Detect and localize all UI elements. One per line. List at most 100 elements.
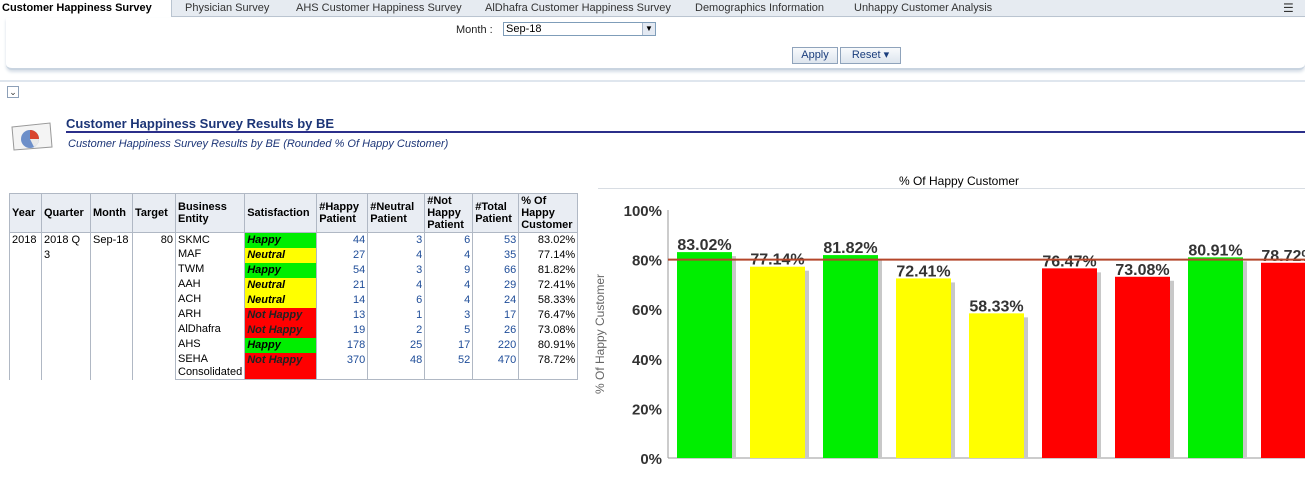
y-axis-label: % Of Happy Customer — [593, 274, 607, 394]
pct-cell: 78.72% — [518, 353, 579, 380]
satisfaction-cell: Happy — [244, 232, 318, 248]
neutral-cell[interactable]: 1 — [367, 308, 426, 323]
entity-cell: MAF — [174, 248, 246, 263]
not-happy-cell[interactable]: 17 — [424, 338, 474, 353]
total-cell[interactable]: 470 — [472, 353, 520, 380]
col-not-happy-patient[interactable]: #Not Happy Patient — [424, 193, 474, 233]
neutral-cell[interactable]: 4 — [367, 248, 426, 263]
neutral-cell[interactable]: 4 — [367, 278, 426, 293]
happy-cell[interactable]: 14 — [316, 293, 369, 308]
bar-ach — [969, 313, 1024, 458]
happy-cell[interactable]: 44 — [316, 232, 369, 248]
satisfaction-cell: Not Happy — [244, 323, 318, 338]
total-cell[interactable]: 66 — [472, 263, 520, 278]
col-quarter[interactable]: Quarter — [41, 193, 91, 233]
col-satisfaction[interactable]: Satisfaction — [244, 193, 318, 233]
satisfaction-cell: Neutral — [244, 248, 318, 263]
happy-cell[interactable]: 54 — [316, 263, 369, 278]
collapse-toggle-icon[interactable]: ⌄ — [7, 86, 19, 98]
data-label: 80.91% — [1188, 242, 1242, 259]
entity-cell: AlDhafra — [174, 323, 246, 338]
neutral-cell[interactable]: 3 — [367, 232, 426, 248]
neutral-cell[interactable]: 6 — [367, 293, 426, 308]
not-happy-cell[interactable]: 4 — [424, 278, 474, 293]
entity-cell: AHS — [174, 338, 246, 353]
not-happy-cell[interactable]: 4 — [424, 248, 474, 263]
tab-physician-survey[interactable]: Physician Survey — [175, 0, 285, 17]
satisfaction-cell: Happy — [244, 338, 318, 353]
col-year[interactable]: Year — [9, 193, 42, 233]
pct-cell: 83.02% — [518, 232, 579, 248]
tab-ahs-customer-happiness-survey[interactable]: AHS Customer Happiness Survey — [286, 0, 474, 17]
tab-customer-happiness-survey[interactable]: Customer Happiness Survey — [0, 0, 172, 17]
col-pct-happy[interactable]: % Of Happy Customer — [518, 193, 579, 233]
divider — [0, 80, 1305, 82]
satisfaction-cell: Neutral — [244, 293, 318, 308]
col-target[interactable]: Target — [132, 193, 176, 233]
total-cell[interactable]: 220 — [472, 338, 520, 353]
pct-cell: 80.91% — [518, 338, 579, 353]
tab-aldhafra-customer-happiness-survey[interactable]: AlDhafra Customer Happiness Survey — [475, 0, 685, 17]
happy-cell[interactable]: 19 — [316, 323, 369, 338]
bar-maf — [750, 266, 805, 458]
tab-label: AHS Customer Happiness Survey — [296, 2, 462, 14]
tab-demographics-information[interactable]: Demographics Information — [685, 0, 840, 17]
total-cell[interactable]: 17 — [472, 308, 520, 323]
not-happy-cell[interactable]: 9 — [424, 263, 474, 278]
y-tick-label: 100% — [624, 203, 662, 220]
total-cell[interactable]: 53 — [472, 232, 520, 248]
col-happy-patient[interactable]: #Happy Patient — [316, 193, 369, 233]
pct-cell: 72.41% — [518, 278, 579, 293]
y-tick-label: 80% — [632, 253, 662, 270]
neutral-cell[interactable]: 2 — [367, 323, 426, 338]
title-underline — [66, 131, 1305, 133]
total-cell[interactable]: 29 — [472, 278, 520, 293]
total-cell[interactable]: 24 — [472, 293, 520, 308]
chart-title: % Of Happy Customer — [899, 174, 1019, 188]
not-happy-cell[interactable]: 3 — [424, 308, 474, 323]
tab-label: Unhappy Customer Analysis — [854, 2, 993, 14]
page-options-icon[interactable]: ☰ — [1283, 1, 1299, 15]
total-cell[interactable]: 26 — [472, 323, 520, 338]
total-cell[interactable]: 35 — [472, 248, 520, 263]
entity-cell: ARH — [174, 308, 246, 323]
y-tick-label: 40% — [632, 352, 662, 369]
tab-label: Physician Survey — [185, 2, 270, 14]
y-tick-label: 20% — [632, 401, 662, 418]
entity-cell: SEHA Consolidated — [174, 353, 246, 380]
col-total-patient[interactable]: #Total Patient — [472, 193, 520, 233]
happy-cell[interactable]: 178 — [316, 338, 369, 353]
tab-unhappy-customer-analysis[interactable]: Unhappy Customer Analysis — [844, 0, 1014, 17]
month-select[interactable]: Sep-18 ▼ — [503, 22, 656, 36]
neutral-cell[interactable]: 25 — [367, 338, 426, 353]
neutral-cell[interactable]: 3 — [367, 263, 426, 278]
happy-cell[interactable]: 370 — [316, 353, 369, 380]
not-happy-cell[interactable]: 52 — [424, 353, 474, 380]
satisfaction-cell: Not Happy — [244, 308, 318, 323]
table-header-row: Year Quarter Month Target Business Entit… — [9, 193, 579, 233]
col-month[interactable]: Month — [90, 193, 133, 233]
col-neutral-patient[interactable]: #Neutral Patient — [367, 193, 426, 233]
data-label: 72.41% — [896, 263, 950, 280]
tab-bar: Customer Happiness Survey Physician Surv… — [0, 0, 1305, 17]
pct-cell: 73.08% — [518, 323, 579, 338]
not-happy-cell[interactable]: 6 — [424, 232, 474, 248]
happy-customer-bar-chart: % Of Happy Customer % Of Happy Customer 0%… — [593, 174, 1305, 468]
bar-skmc — [677, 252, 732, 458]
tab-label: Customer Happiness Survey — [2, 2, 152, 14]
col-business-entity[interactable]: Business Entity — [174, 193, 246, 233]
neutral-cell[interactable]: 48 — [367, 353, 426, 380]
pct-cell: 76.47% — [518, 308, 579, 323]
data-label: 81.82% — [823, 240, 877, 257]
not-happy-cell[interactable]: 5 — [424, 323, 474, 338]
report-icon — [11, 122, 53, 151]
happy-cell[interactable]: 21 — [316, 278, 369, 293]
reset-button[interactable]: Reset ▾ — [840, 47, 901, 64]
happy-cell[interactable]: 27 — [316, 248, 369, 263]
not-happy-cell[interactable]: 4 — [424, 293, 474, 308]
happy-cell[interactable]: 13 — [316, 308, 369, 323]
tab-label: Demographics Information — [695, 2, 825, 14]
chevron-down-icon[interactable]: ▼ — [642, 23, 655, 35]
apply-button[interactable]: Apply — [792, 47, 838, 64]
report-subtitle: Customer Happiness Survey Results by BE … — [68, 138, 449, 150]
